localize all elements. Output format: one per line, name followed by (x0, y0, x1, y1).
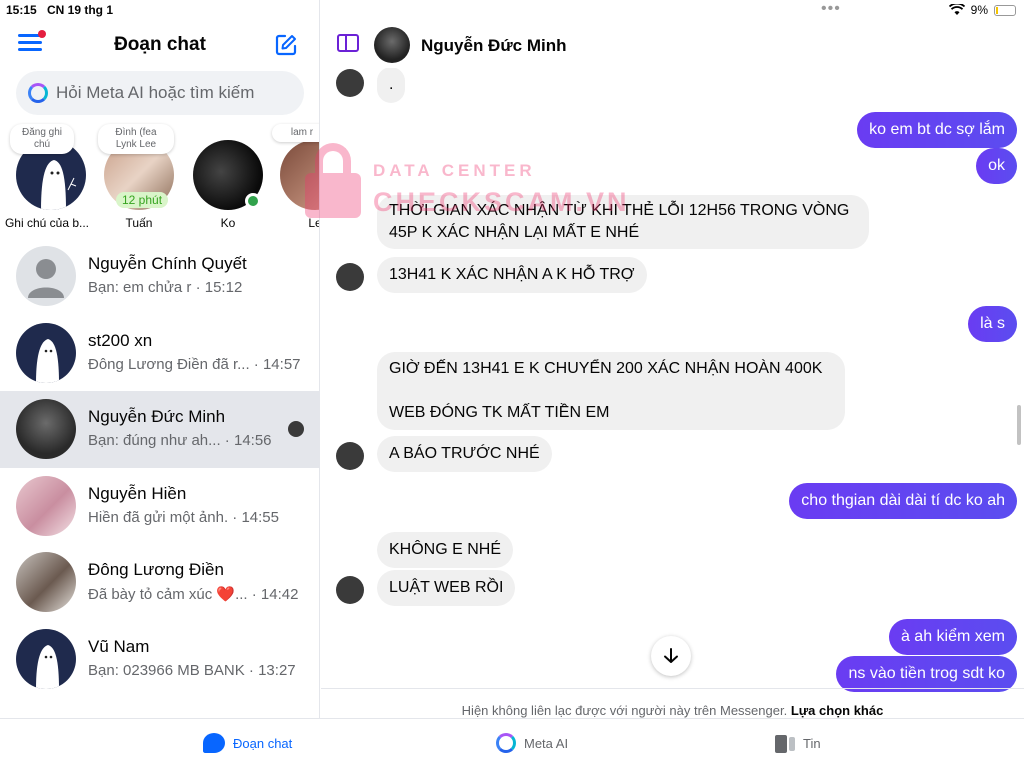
avatar (16, 552, 76, 612)
note-artist: Lynk Lee (115, 139, 157, 150)
conversation-preview: Đã bày tỏ cảm xúc ❤️... · 14:42 (88, 586, 299, 603)
message-incoming[interactable]: THỜI GIAN XÁC NHẬN TỪ KHI THẺ LỖI 12H56 … (377, 195, 869, 249)
conversation-item[interactable]: Nguyễn Hiền Hiền đã gửi một ảnh. · 14:55 (0, 468, 319, 545)
more-options-link[interactable]: Lựa chọn khác (791, 703, 884, 718)
message-incoming[interactable]: GIỜ ĐẾN 13H41 E K CHUYỂN 200 XÁC NHẬN HO… (377, 352, 845, 430)
tab-meta-ai[interactable]: Meta AI (496, 733, 568, 753)
status-right: 9% (948, 3, 1016, 17)
message-incoming[interactable]: KHÔNG E NHÉ (377, 532, 514, 568)
arrow-down-icon (664, 648, 678, 663)
message-outgoing[interactable]: à ah kiểm xem (888, 619, 1017, 655)
wifi-icon (948, 4, 965, 15)
avatar (16, 475, 76, 536)
conversation-preview: Bạn: đúng như ah... · 14:56 (88, 432, 272, 449)
search-placeholder: Hỏi Meta AI hoặc tìm kiếm (56, 83, 255, 102)
contact-avatar[interactable] (374, 27, 410, 63)
conversation-name: Nguyễn Đức Minh (88, 407, 226, 426)
story-name: Ghi chú của b... (4, 216, 90, 230)
message-line: WEB ĐÓNG TK MẤT TIỀN EM (389, 404, 610, 421)
sender-avatar (336, 263, 364, 291)
conversation-preview: Đông Lương Điền đã r... · 14:57 (88, 355, 301, 373)
message-line: GIỜ ĐẾN 13H41 E K CHUYỂN 200 XÁC NHẬN HO… (389, 360, 823, 377)
meta-ai-icon (496, 733, 516, 753)
avatar (16, 322, 76, 383)
message-line: THỜI GIAN XÁC NHẬN TỪ KHI THẺ LỖI 12H56 … (389, 202, 850, 219)
avatar (16, 628, 76, 689)
unavailable-notice: Hiện không liên lạc được với người này t… (321, 688, 1024, 718)
conversation-item-selected[interactable]: Nguyễn Đức Minh Bạn: đúng như ah... · 14… (0, 391, 319, 468)
avatar (280, 140, 319, 210)
seen-avatar (288, 421, 304, 437)
note-bubble: Đình (fea Lynk Lee (98, 124, 174, 154)
avatar (16, 246, 76, 306)
notice-text: Hiện không liên lạc được với người này t… (461, 703, 788, 718)
battery-icon (994, 4, 1016, 16)
conversation-list: Nguyễn Chính Quyết Bạn: em chửa r · 15:1… (0, 238, 319, 698)
note-bubble: Đăng ghi chú (10, 124, 74, 154)
status-time: 15:15 (6, 3, 37, 17)
stories-row: Đăng ghi chú Ghi chú của b... Đình (fea … (0, 124, 319, 234)
tab-label: Meta AI (524, 735, 569, 751)
conversation-list-pane: Đoạn chat Hỏi Meta AI hoặc tìm kiếm Đăng… (0, 0, 320, 718)
sender-avatar (336, 69, 364, 97)
conversation-item[interactable]: Nguyễn Chính Quyết Bạn: em chửa r · 15:1… (0, 238, 319, 315)
sender-avatar (336, 576, 364, 604)
scroll-to-bottom-button[interactable] (651, 636, 691, 676)
message-incoming[interactable]: . (377, 67, 406, 103)
conversation-preview: Bạn: 023966 MB BANK · 13:27 (88, 661, 296, 679)
conversation-name: st200 xn (88, 330, 153, 350)
message-line: 45P K XÁC NHẬN LẠI MẤT E NHÉ (389, 224, 640, 241)
status-bar: 15:15 CN 19 thg 1 9% (0, 0, 1024, 22)
tab-chats[interactable]: Đoạn chat (203, 733, 292, 753)
chat-pane: ••• Nguyễn Đức Minh . ko em bt dc sợ lắm… (321, 0, 1024, 718)
note-text: Đình (fea (115, 127, 157, 138)
avatar (16, 399, 76, 459)
message-outgoing[interactable]: là s (968, 306, 1017, 342)
conversation-item[interactable]: Vũ Nam Bạn: 023966 MB BANK · 13:27 (0, 621, 319, 698)
tab-label: Tin (803, 735, 821, 751)
message-incoming[interactable]: 13H41 K XÁC NHẬN A K HỖ TRỢ (377, 257, 647, 293)
scrollbar[interactable] (1017, 405, 1021, 445)
chat-header: Nguyễn Đức Minh (321, 22, 1024, 68)
conversation-item[interactable]: st200 xn Đông Lương Điền đã r... · 14:57 (0, 315, 319, 392)
message-outgoing[interactable]: cho thgian dài dài tí dc ko ah (789, 483, 1017, 519)
online-indicator (245, 193, 261, 209)
message-outgoing[interactable]: ns vào tiền trog sdt ko (836, 656, 1017, 692)
conversation-item[interactable]: Đông Lương Điền Đã bày tỏ cảm xúc ❤️... … (0, 544, 319, 621)
battery-percent: 9% (970, 3, 988, 17)
chat-bubble-icon (203, 733, 225, 753)
tab-stories[interactable]: Tin (775, 733, 821, 753)
message-incoming[interactable]: LUẬT WEB RỒI (377, 570, 516, 606)
message-outgoing[interactable]: ko em bt dc sợ lắm (857, 112, 1017, 148)
conversation-name: Nguyễn Chính Quyết (88, 254, 247, 273)
meta-ai-icon (28, 83, 48, 103)
stories-icon (775, 733, 795, 753)
conversation-name: Đông Lương Điền (88, 560, 224, 579)
compose-icon[interactable] (274, 33, 298, 57)
message-incoming[interactable]: A BÁO TRƯỚC NHÉ (377, 436, 552, 472)
tab-label: Đoạn chat (233, 735, 293, 751)
page-title: Đoạn chat (114, 34, 206, 55)
conversation-name: Nguyễn Hiền (88, 483, 187, 503)
story-name: Tuấn (125, 216, 153, 230)
conversation-preview: Bạn: em chửa r · 15:12 (88, 279, 243, 296)
story-name: Le (308, 216, 319, 230)
tab-bar: Đoạn chat Meta AI Tin (0, 718, 1024, 768)
status-date: CN 19 thg 1 (47, 3, 114, 17)
search-input[interactable]: Hỏi Meta AI hoặc tìm kiếm (16, 71, 304, 115)
toggle-sidebar-icon[interactable] (337, 34, 359, 52)
message-outgoing[interactable]: ok (976, 148, 1017, 184)
contact-name[interactable]: Nguyễn Đức Minh (421, 36, 566, 56)
story-name: Ko (220, 216, 236, 230)
conversation-preview: Hiền đã gửi một ảnh. · 14:55 (88, 508, 279, 526)
active-ago-badge: 12 phút (116, 192, 169, 208)
note-bubble: lam r (272, 124, 319, 142)
sender-avatar (336, 442, 364, 470)
conversation-name: Vũ Nam (88, 636, 150, 656)
